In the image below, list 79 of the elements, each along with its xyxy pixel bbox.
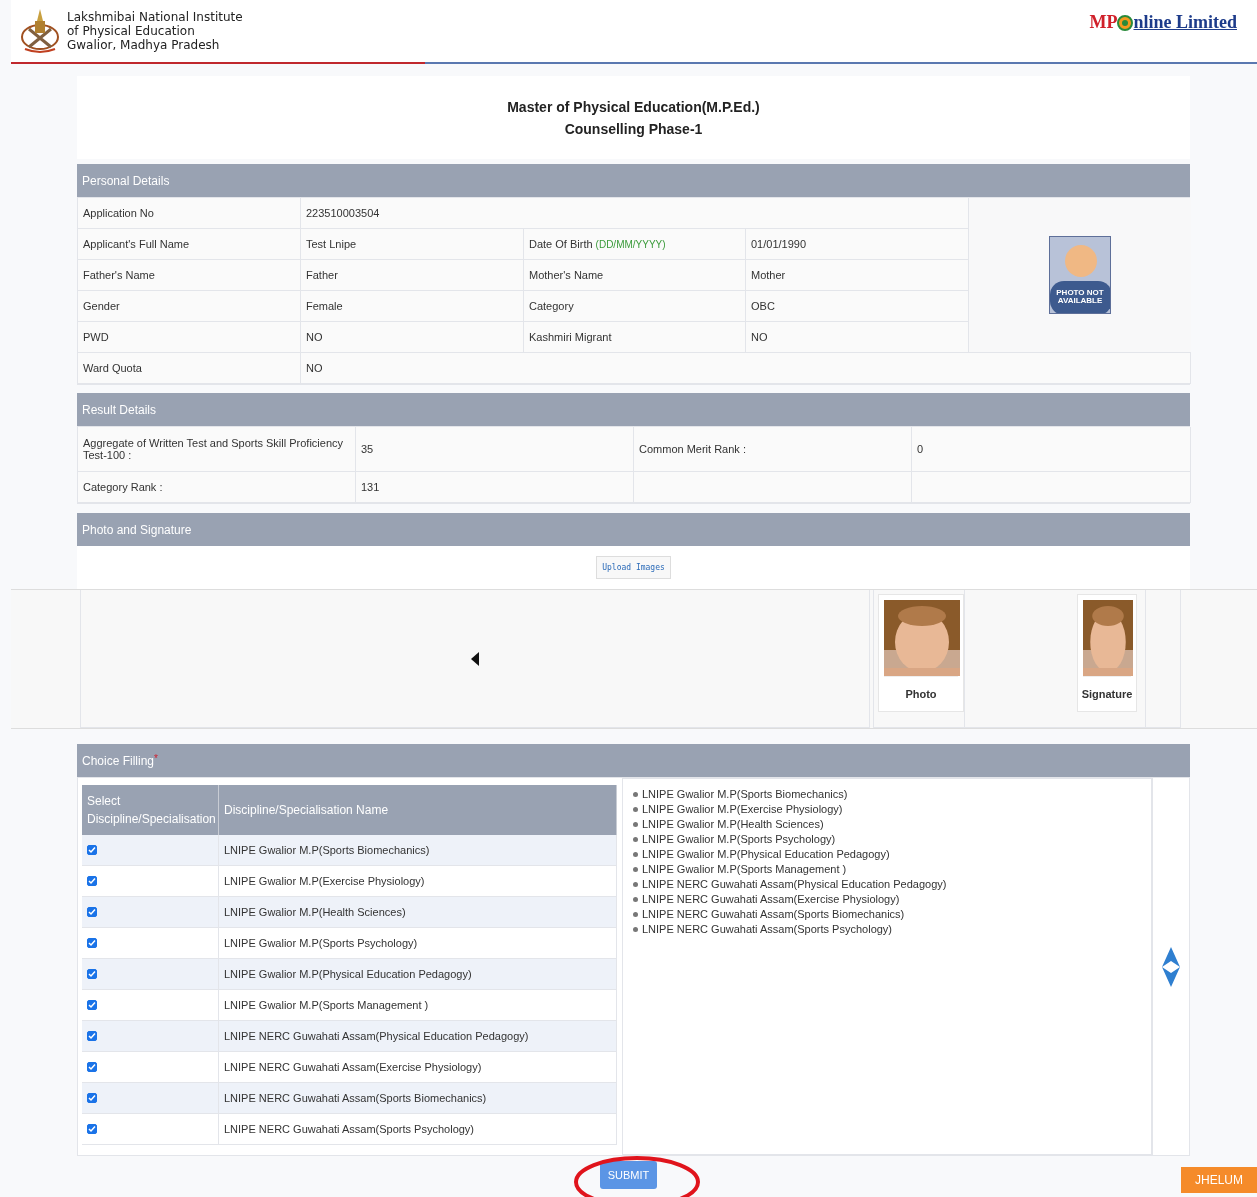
list-item[interactable]: LNIPE Gwalior M.P(Physical Education Pedagogy) [642, 847, 890, 862]
field-value: Test Lnipe [301, 229, 524, 260]
list-item[interactable]: LNIPE NERC Guwahati Assam(Physical Education Pedagogy) [642, 877, 947, 892]
field-value: Mother [746, 260, 969, 291]
move-up-icon[interactable] [1162, 946, 1180, 967]
checkbox[interactable] [87, 1062, 97, 1072]
field-label: Category Rank : [78, 472, 356, 503]
field-label: Father's Name [78, 260, 301, 291]
field-value: 131 [356, 472, 634, 503]
field-value: 223510003504 [301, 198, 969, 229]
required-mark: * [154, 753, 158, 764]
column-header: Discipline/Specialisation Name [219, 785, 617, 835]
field-label: Category [524, 291, 746, 322]
institute-name: of Physical Education [67, 24, 196, 38]
brand-text: nline Limited [1133, 12, 1237, 33]
table-cell: LNIPE NERC Guwahati Assam(Exercise Physiology) [219, 1052, 617, 1083]
table-cell: LNIPE NERC Guwahati Assam(Sports Psychology) [219, 1114, 617, 1145]
list-item[interactable]: LNIPE NERC Guwahati Assam(Sports Biomechanics) [642, 907, 905, 922]
section-header: Personal Details [77, 164, 1190, 197]
list-item[interactable]: LNIPE Gwalior M.P(Health Sciences) [642, 817, 824, 832]
checkbox[interactable] [87, 1000, 97, 1010]
field-value: NO [301, 353, 1191, 384]
field-label: Ward Quota [78, 353, 301, 384]
field-value: NO [301, 322, 524, 353]
field-label: Applicant's Full Name [78, 229, 301, 260]
field-value: Father [301, 260, 524, 291]
field-value: 35 [356, 427, 634, 472]
table-cell: LNIPE Gwalior M.P(Health Sciences) [219, 897, 617, 928]
checkbox[interactable] [87, 1124, 97, 1134]
table-cell: LNIPE Gwalior M.P(Sports Management ) [219, 990, 617, 1021]
checkbox[interactable] [87, 907, 97, 917]
page-title: Master of Physical Education(M.P.Ed.) [507, 98, 760, 115]
brand-text: MP [1089, 12, 1118, 33]
table-cell: LNIPE NERC Guwahati Assam(Physical Education Pedagogy) [219, 1021, 617, 1052]
list-item[interactable]: LNIPE Gwalior M.P(Sports Biomechanics) [642, 787, 848, 802]
field-value: NO [746, 322, 969, 353]
move-down-icon[interactable] [1162, 966, 1180, 987]
field-value: 0 [912, 427, 1191, 472]
section-header: Result Details [77, 393, 1190, 426]
choice-order-list[interactable] [622, 778, 1152, 1155]
upload-button[interactable]: Upload Images [596, 556, 671, 579]
page-title: Counselling Phase-1 [564, 120, 703, 137]
field-value: 01/01/1990 [746, 229, 969, 260]
server-badge: JHELUM [1181, 1167, 1257, 1193]
checkbox[interactable] [87, 845, 97, 855]
institute-name: Gwalior, Madhya Pradesh [67, 38, 221, 52]
checkbox[interactable] [87, 1093, 97, 1103]
field-label: Gender [78, 291, 301, 322]
table-cell: LNIPE Gwalior M.P(Sports Biomechanics) [219, 835, 617, 866]
column-header: Select Discipline/Specialisation [82, 785, 219, 835]
checkbox[interactable] [87, 969, 97, 979]
field-label: Application No [78, 198, 301, 229]
institute-name: Lakshmibai National Institute [67, 10, 243, 24]
list-item[interactable]: LNIPE Gwalior M.P(Sports Psychology) [642, 832, 836, 847]
field-label: Mother's Name [524, 260, 746, 291]
globe-icon [1117, 14, 1134, 31]
field-label: Aggregate of Written Test and Sports Skill Proficiency Test-100 : [78, 427, 356, 472]
section-header: Photo and Signature [77, 513, 1190, 546]
checkbox[interactable] [87, 1031, 97, 1041]
checkbox[interactable] [87, 938, 97, 948]
image-caption: Signature [1083, 676, 1131, 711]
section-title: Choice Filling [82, 753, 155, 768]
field-value: Female [301, 291, 524, 322]
placeholder-text: PHOTO NOT AVAILABLE [1056, 289, 1104, 305]
list-item[interactable]: LNIPE NERC Guwahati Assam(Exercise Physiology) [642, 892, 900, 907]
field-label: PWD [78, 322, 301, 353]
field-label: Common Merit Rank : [634, 427, 912, 472]
list-item[interactable]: LNIPE Gwalior M.P(Exercise Physiology) [642, 802, 843, 817]
list-item[interactable]: LNIPE Gwalior M.P(Sports Management ) [642, 862, 847, 877]
list-item[interactable]: LNIPE NERC Guwahati Assam(Sports Psychology) [642, 922, 893, 937]
table-cell: LNIPE Gwalior M.P(Physical Education Pedagogy) [219, 959, 617, 990]
image-caption: Photo [884, 676, 958, 711]
field-value: OBC [746, 291, 969, 322]
table-cell: LNIPE Gwalior M.P(Sports Psychology) [219, 928, 617, 959]
caret-left-icon [471, 651, 479, 666]
checkbox[interactable] [87, 876, 97, 886]
table-cell: LNIPE NERC Guwahati Assam(Sports Biomechanics) [219, 1083, 617, 1114]
field-label: Kashmiri Migrant [524, 322, 746, 353]
table-cell: LNIPE Gwalior M.P(Exercise Physiology) [219, 866, 617, 897]
